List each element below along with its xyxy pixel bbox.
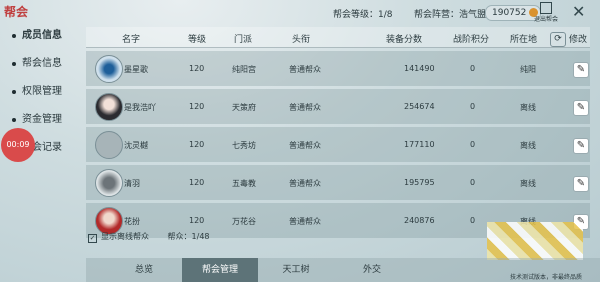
guild-level: 帮会等级：1/8 [333,10,393,20]
sidebar-item-label: 资金管理 [22,114,62,125]
currency-display: 190752 [485,5,542,21]
member-score: 240876 [404,216,435,225]
sidebar-item-label: 权限管理 [22,86,62,97]
avatar [95,169,123,197]
exit-guild-button[interactable]: 退出帮会 [534,2,558,23]
refresh-icon[interactable]: ⟳ [550,32,566,47]
member-level: 120 [189,64,205,73]
member-location: 纯阳 [520,65,536,74]
table-footer: ✓ 显示离线帮众 帮众：1/48 [88,231,210,243]
header-modify: 修改 [569,35,588,45]
member-level: 120 [189,102,205,111]
table-row[interactable]: 墨星歌 120 纯阳宫 普通帮众 141490 0 纯阳 ✎ [86,51,590,86]
sidebar-item-permissions[interactable]: 权限管理 [0,78,86,106]
bullet-icon [12,118,16,122]
table-row[interactable]: 清羽 120 五毒教 普通帮众 195795 0 离线 ✎ [86,165,590,200]
member-war: 0 [470,64,476,73]
member-war: 0 [470,178,476,187]
exit-icon [540,2,552,14]
bullet-icon [12,90,16,94]
tab-guild-management[interactable]: 帮会管理 [182,258,258,282]
top-bar: 帮会 帮会等级：1/8 帮会阵营：浩气盟 190752 退出帮会 ✕ [0,0,600,26]
close-icon[interactable]: ✕ [572,2,585,21]
test-version-note: 技术测试版本，非最终品质 [510,274,583,281]
member-title: 普通帮众 [289,65,321,74]
edit-brush-icon[interactable]: ✎ [573,62,589,78]
edit-brush-icon[interactable]: ✎ [573,100,589,116]
exit-guild-label: 退出帮会 [534,16,559,23]
sidebar-item-label: 帮会信息 [22,58,62,69]
member-name: 花扮 [124,217,140,226]
member-level: 120 [189,140,205,149]
member-title: 普通帮众 [289,141,321,150]
member-level: 120 [189,216,205,225]
member-count: 帮众：1/48 [167,232,210,241]
tab-tech-tree[interactable]: 天工树 [258,258,334,282]
member-score: 141490 [404,64,435,73]
edit-brush-icon[interactable]: ✎ [573,138,589,154]
member-school: 七秀坊 [232,141,256,150]
avatar [95,131,123,159]
tab-overview[interactable]: 总览 [106,258,182,282]
header-school[interactable]: 门派 [234,32,252,45]
member-war: 0 [470,216,476,225]
guild-logo: 帮会 [4,5,29,19]
edit-brush-icon[interactable]: ✎ [573,176,589,192]
member-name: 沈灵樾 [124,141,148,150]
table-row[interactable]: 沈灵樾 120 七秀坊 普通帮众 177110 0 离线 ✎ [86,127,590,162]
avatar [95,93,123,121]
member-name: 是我浩吖 [124,103,156,112]
bullet-icon [12,34,16,38]
member-table: 名字 等级 门派 头衔 装备分数 战阶积分 所在地 ⟳ 修改 墨星歌 120 纯… [86,27,590,238]
show-offline-label[interactable]: 显示离线帮众 [101,232,149,241]
member-score: 177110 [404,140,435,149]
member-score: 254674 [404,102,435,111]
member-war: 0 [470,102,476,111]
header-score[interactable]: 装备分数 [386,32,422,45]
member-location: 离线 [520,141,536,150]
show-offline-checkbox[interactable]: ✓ [88,234,97,243]
member-name: 清羽 [124,179,140,188]
member-war: 0 [470,140,476,149]
guild-camp: 帮会阵营：浩气盟 [414,10,487,20]
tab-diplomacy[interactable]: 外交 [334,258,410,282]
member-level: 120 [189,178,205,187]
table-row[interactable]: 是我浩吖 120 天策府 普通帮众 254674 0 离线 ✎ [86,89,590,124]
obscured-region [487,222,583,260]
header-war[interactable]: 战阶积分 [453,32,489,45]
header-level[interactable]: 等级 [188,32,206,45]
sidebar-item-members[interactable]: 成员信息 [0,22,86,50]
member-school: 五毒教 [232,179,256,188]
header-name[interactable]: 名字 [122,32,140,45]
member-title: 普通帮众 [289,179,321,188]
member-school: 纯阳宫 [232,65,256,74]
member-score: 195795 [404,178,435,187]
member-title: 普通帮众 [289,217,321,226]
header-title[interactable]: 头衔 [292,32,310,45]
table-header: 名字 等级 门派 头衔 装备分数 战阶积分 所在地 ⟳ 修改 [86,27,590,48]
member-location: 离线 [520,179,536,188]
member-school: 万花谷 [232,217,256,226]
member-title: 普通帮众 [289,103,321,112]
member-location: 离线 [520,103,536,112]
avatar [95,55,123,83]
member-school: 天策府 [232,103,256,112]
sidebar-item-guild-info[interactable]: 帮会信息 [0,50,86,78]
sidebar-item-label: 成员信息 [22,30,62,41]
member-name: 墨星歌 [124,65,148,74]
header-location[interactable]: 所在地 [510,32,537,45]
bullet-icon [12,62,16,66]
record-timer[interactable]: 00:09 [1,128,35,162]
currency-amount: 190752 [492,8,527,18]
